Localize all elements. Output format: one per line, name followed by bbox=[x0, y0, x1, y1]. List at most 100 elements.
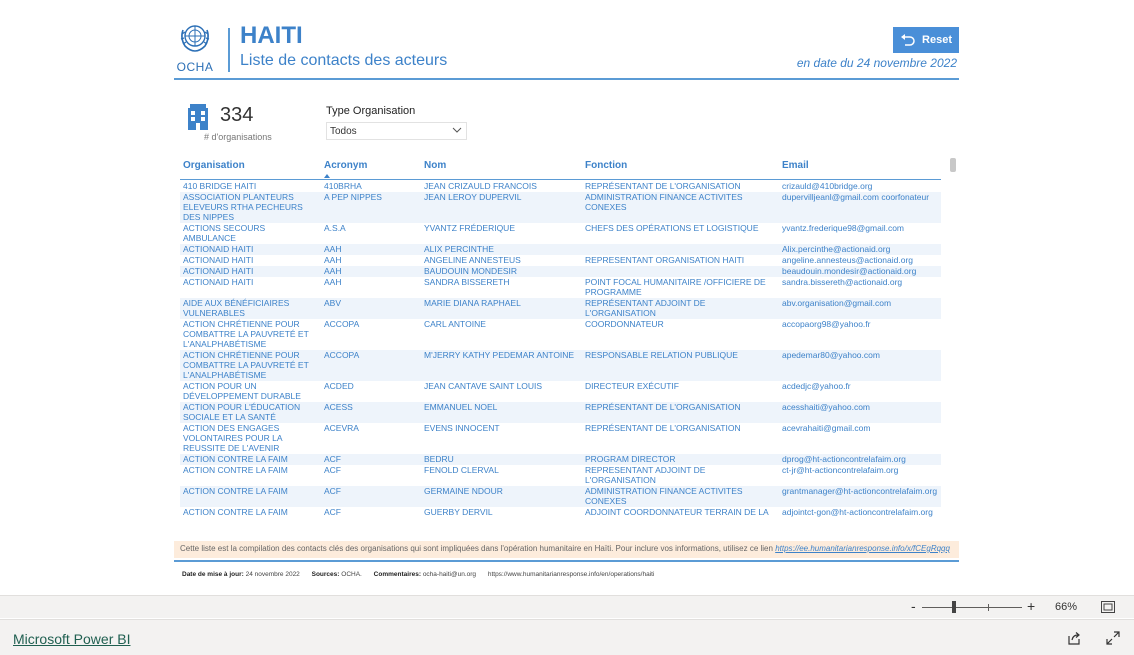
table-row[interactable]: AIDE AUX BÉNÉFICIAIRES VULNERABLES ABV MAR… bbox=[180, 298, 941, 319]
cell-fonction: RESPONSABLE RELATION PUBLIQUE bbox=[585, 350, 738, 360]
cell-organisation: ACTIONAID HAITI bbox=[183, 277, 254, 287]
table-row[interactable]: ACTION CONTRE LA FAIM ACF GERMAINE NDOUR AD… bbox=[180, 486, 941, 507]
table-row[interactable]: ACTION CHRÉTIENNE POUR COMBATTRE LA PAUV… bbox=[180, 319, 941, 350]
reset-icon bbox=[901, 34, 915, 46]
cell-organisation: ACTION DES ENGAGES VOLONTAIRES POUR LA R… bbox=[183, 423, 283, 453]
cell-acronym: ACF bbox=[324, 507, 341, 517]
cell-nom: JEAN LEROY DUPERVIL bbox=[424, 192, 522, 202]
table-row[interactable]: ACTION CONTRE LA FAIM ACF GUERBY DERVIL ADJ… bbox=[180, 507, 941, 518]
report-header: OCHA HAITI Liste de contacts des acteurs… bbox=[174, 14, 962, 82]
cell-acronym: AAH bbox=[324, 277, 342, 287]
column-header-acronym[interactable]: Acronym bbox=[324, 160, 367, 171]
share-icon[interactable] bbox=[1067, 631, 1081, 645]
cell-acronym: ACEVRA bbox=[324, 423, 359, 433]
zoom-slider-tick bbox=[988, 604, 989, 611]
zoom-slider-track[interactable] bbox=[922, 607, 1022, 608]
cell-acronym: ACF bbox=[324, 454, 341, 464]
cell-acronym: ACESS bbox=[324, 402, 353, 412]
table-row[interactable]: ACTION POUR L'ÉDUCATION SOCIALE ET LA SA… bbox=[180, 402, 941, 423]
info-note: Cette liste est la compilation des conta… bbox=[174, 541, 959, 558]
table-row[interactable]: ACTIONAID HAITI AAH ALIX PERCINTHE Alix.per… bbox=[180, 244, 941, 255]
table-row[interactable]: ACTION DES ENGAGES VOLONTAIRES POUR LA R… bbox=[180, 423, 941, 454]
cell-nom: YVANTZ FRÉDERIQUE bbox=[424, 223, 515, 233]
cell-acronym: 410BRHA bbox=[324, 181, 362, 191]
contribute-link[interactable]: https://ee.humanitarianresponse.info/x/f… bbox=[775, 544, 950, 553]
zoom-in-button[interactable]: + bbox=[1027, 598, 1035, 614]
cell-organisation: ACTION CONTRE LA FAIM bbox=[183, 507, 288, 517]
header-divider bbox=[228, 28, 230, 72]
column-header-organisation[interactable]: Organisation bbox=[183, 160, 245, 171]
header-underline bbox=[174, 78, 959, 80]
cell-organisation: ACTION CONTRE LA FAIM bbox=[183, 486, 288, 496]
cell-email: apedemar80@yahoo.com bbox=[782, 350, 880, 360]
page-subtitle: Liste de contacts des acteurs bbox=[240, 52, 448, 69]
fit-to-page-icon[interactable] bbox=[1101, 601, 1115, 613]
column-header-nom[interactable]: Nom bbox=[424, 160, 446, 171]
cell-email: dupervilljeanl@gmail.com coorfonateur bbox=[782, 192, 930, 202]
cell-acronym: A PEP NIPPES bbox=[324, 192, 382, 202]
footer-url[interactable]: https://www.humanitarianresponse.info/en… bbox=[488, 571, 655, 578]
table-row[interactable]: ACTIONS SECOURS AMBULANCE A.S.A YVANTZ FRÉ… bbox=[180, 223, 941, 244]
table-row[interactable]: ACTIONAID HAITI AAH SANDRA BISSERETH POINT … bbox=[180, 277, 941, 298]
sort-ascending-icon bbox=[324, 174, 330, 178]
table-row[interactable]: ACTION CONTRE LA FAIM ACF FENOLD CLERVAL RE… bbox=[180, 465, 941, 486]
cell-nom: JEAN CANTAVE SAINT LOUIS bbox=[424, 381, 543, 391]
table-row[interactable]: ASSOCIATION PLANTEURS ELEVEURS RTHA PECH… bbox=[180, 192, 941, 223]
cell-email: Alix.percinthe@actionaid.org bbox=[782, 244, 891, 254]
update-label: Date de mise à jour: bbox=[182, 571, 244, 578]
table-row[interactable]: ACTION CHRÉTIENNE POUR COMBATTRE LA PAUV… bbox=[180, 350, 941, 381]
building-icon bbox=[188, 104, 208, 130]
zoom-percent[interactable]: 66% bbox=[1055, 601, 1077, 613]
cell-organisation: 410 BRIDGE HAITI bbox=[183, 181, 257, 191]
cell-organisation: AIDE AUX BÉNÉFICIAIRES VULNERABLES bbox=[183, 298, 290, 318]
reset-button[interactable]: Reset bbox=[893, 27, 959, 53]
cell-acronym: ACDED bbox=[324, 381, 354, 391]
cell-nom: GERMAINE NDOUR bbox=[424, 486, 503, 496]
cell-acronym: ACCOPA bbox=[324, 319, 360, 329]
cell-organisation: ACTIONAID HAITI bbox=[183, 266, 254, 276]
un-emblem-icon bbox=[180, 25, 210, 52]
org-count-value: 334 bbox=[220, 104, 254, 126]
cell-acronym: ACF bbox=[324, 465, 341, 475]
footer-divider bbox=[174, 560, 959, 562]
info-note-text: Cette liste est la compilation des conta… bbox=[180, 544, 773, 553]
cell-organisation: ACTIONAID HAITI bbox=[183, 244, 254, 254]
zoom-slider-thumb[interactable] bbox=[952, 601, 956, 613]
cell-acronym: AAH bbox=[324, 266, 342, 276]
cell-fonction: REPRÉSENTANT ADJOINT DE L'ORGANISATION bbox=[585, 298, 706, 318]
cell-organisation: ACTION CONTRE LA FAIM bbox=[183, 454, 288, 464]
table-row[interactable]: 410 BRIDGE HAITI 410BRHA JEAN CRIZAULD FRA… bbox=[180, 181, 941, 192]
table-row[interactable]: ACTION CONTRE LA FAIM ACF BEDRU PROGRAM DIR… bbox=[180, 454, 941, 465]
date-note: en date du 24 novembre 2022 bbox=[796, 56, 957, 70]
comments-value: ocha-haiti@un.org bbox=[422, 571, 477, 578]
column-header-fonction[interactable]: Fonction bbox=[585, 160, 627, 171]
org-type-dropdown[interactable]: Todos bbox=[326, 122, 467, 140]
power-bi-link[interactable]: Microsoft Power BI bbox=[13, 631, 130, 647]
ocha-logo: OCHA bbox=[174, 22, 216, 78]
table-row[interactable]: ACTION POUR UN DÉVELOPPEMENT DURABLE ACDE… bbox=[180, 381, 941, 402]
cell-organisation: ACTION CHRÉTIENNE POUR COMBATTRE LA PAUV… bbox=[183, 350, 309, 380]
cell-email: acesshaiti@yahoo.com bbox=[782, 402, 871, 412]
cell-nom: BAUDOUIN MONDESIR bbox=[424, 266, 518, 276]
cell-nom: ANGELINE ANNESTEUS bbox=[424, 255, 521, 265]
table-scrollbar[interactable] bbox=[950, 158, 956, 172]
cell-organisation: ACTION CONTRE LA FAIM bbox=[183, 465, 288, 475]
table-row[interactable]: ACTIONAID HAITI AAH BAUDOUIN MONDESIR beaud… bbox=[180, 266, 941, 277]
zoom-out-button[interactable]: - bbox=[911, 598, 916, 614]
cell-email: acdedjc@yahoo.fr bbox=[782, 381, 851, 391]
column-header-email[interactable]: Email bbox=[782, 160, 809, 171]
expand-icon[interactable] bbox=[1106, 631, 1120, 645]
cell-email: acevrahaiti@gmail.com bbox=[782, 423, 871, 433]
cell-fonction: PROGRAM DIRECTOR bbox=[585, 454, 676, 464]
cell-nom: GUERBY DERVIL bbox=[424, 507, 493, 517]
cell-email: ct-jr@ht-actioncontrelafaim.org bbox=[782, 465, 899, 475]
org-type-filter-label: Type Organisation bbox=[326, 105, 416, 117]
cell-nom: JEAN CRIZAULD FRANCOIS bbox=[424, 181, 537, 191]
cell-acronym: A.S.A bbox=[324, 223, 346, 233]
report-canvas: OCHA HAITI Liste de contacts des acteurs… bbox=[174, 14, 962, 594]
cell-email: adjointct-gon@ht-actioncontrelafaim.org bbox=[782, 507, 933, 517]
table-row[interactable]: ACTIONAID HAITI AAH ANGELINE ANNESTEUS REPR… bbox=[180, 255, 941, 266]
cell-fonction: DIRECTEUR EXÉCUTIF bbox=[585, 381, 679, 391]
report-footer: Date de mise à jour: 24 novembre 2022 So… bbox=[182, 571, 664, 578]
table-body: 410 BRIDGE HAITI 410BRHA JEAN CRIZAULD FRA… bbox=[180, 181, 941, 518]
